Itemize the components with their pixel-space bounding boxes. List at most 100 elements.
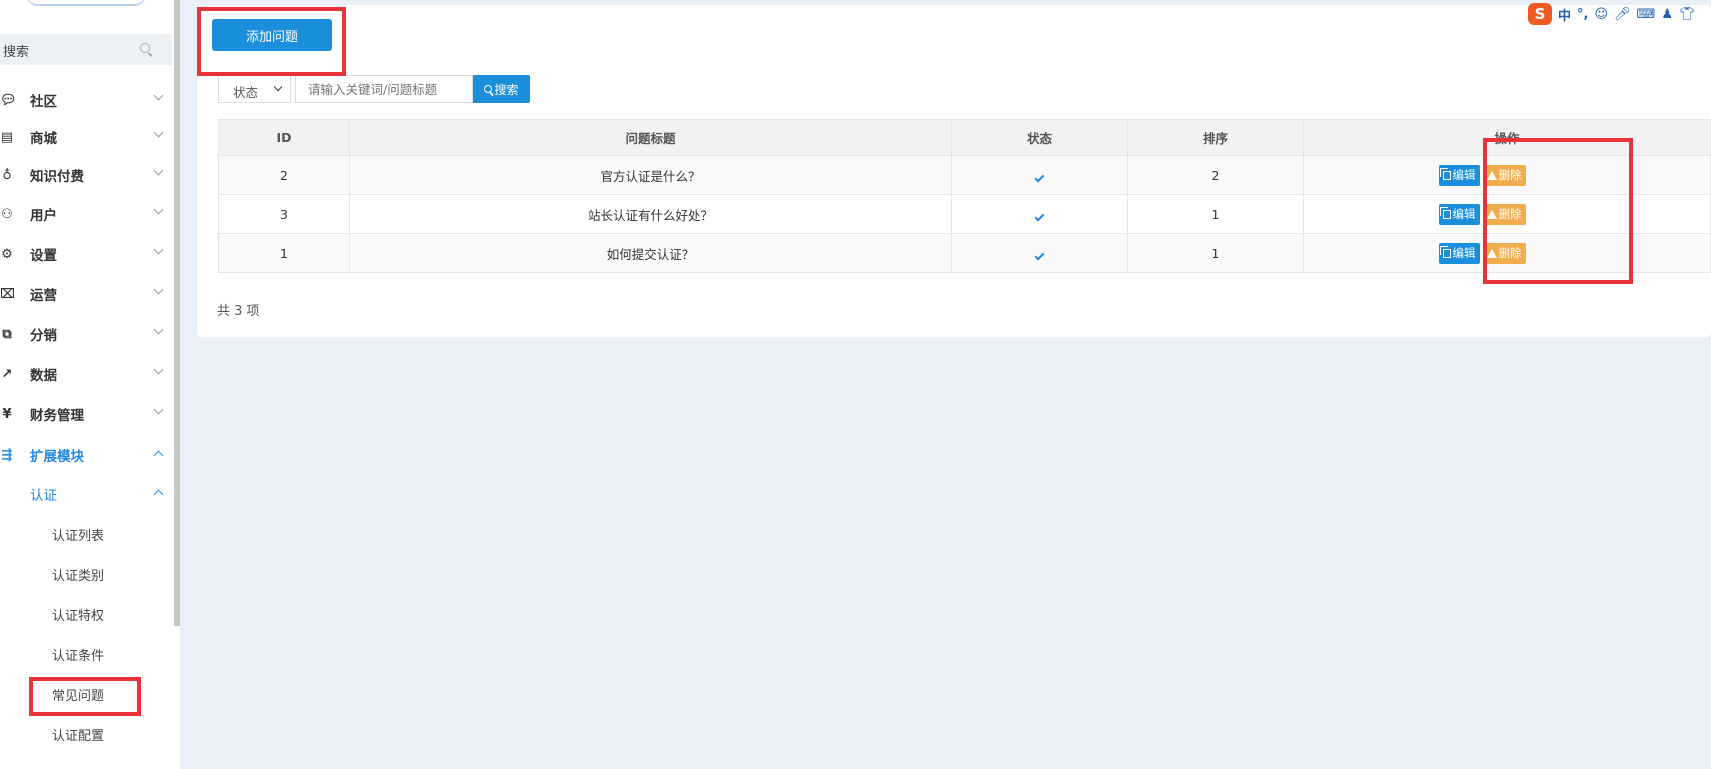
sidebar-subitem-certification[interactable]: 认证 [0,474,168,512]
search-icon [140,43,150,53]
skin-shirt-icon[interactable]: 👕︎ [1679,7,1696,22]
edit-button[interactable]: 编辑 [1438,203,1480,225]
sidebar-item-users[interactable]: ⚇ 用户 [0,194,168,234]
col-header-id[interactable]: ID [218,119,350,156]
sitemap-icon: ⧉ [2,326,12,342]
cell-sort: 1 [1127,194,1304,234]
keyword-search-input[interactable] [295,75,473,103]
sidebar-item-label: 用户 [30,208,57,224]
sidebar-leaf-cert-category[interactable]: 认证类别 [52,565,104,584]
sidebar-item-label: 扩展模块 [30,449,84,465]
edit-button[interactable]: 编辑 [1438,164,1480,186]
cell-status [951,194,1128,234]
sidebar-item-operation[interactable]: ⌧ 运营 [0,274,168,314]
highlight-add-button [197,7,346,76]
search-button-label: 搜索 [494,82,519,97]
status-filter-select[interactable]: 状态 [218,75,291,103]
ime-punct-mode[interactable]: °, [1577,7,1588,22]
sidebar-item-data[interactable]: ↗ 数据 [0,354,168,394]
edit-button[interactable]: 编辑 [1438,242,1480,264]
cell-status [951,155,1128,195]
sidebar-item-store[interactable]: ▤ 商城 [0,117,168,157]
chevron-up-icon [153,489,164,500]
chevron-down-icon [153,90,164,101]
chevron-down-icon [153,284,164,295]
sidebar-item-label: 知识付费 [30,169,84,185]
user-icon[interactable]: ♟ [1661,7,1673,22]
sidebar-search[interactable]: 搜索 [0,34,172,65]
sidebar-item-label: 设置 [30,248,57,264]
bulb-icon: ♁ [2,167,12,183]
chevron-down-icon [153,404,164,415]
highlight-actions [1483,138,1633,284]
sidebar-leaf-cert-list[interactable]: 认证列表 [52,525,104,544]
copy-icon [1439,245,1451,258]
presentation-icon: ⌧ [0,286,15,302]
logo [26,0,146,6]
chevron-up-icon [153,450,164,461]
search-icon [484,85,493,93]
copy-icon [1439,167,1451,180]
edit-label: 编辑 [1452,206,1476,221]
check-icon [1034,172,1045,182]
cell-id: 2 [218,155,350,195]
cell-title: 官方认证是什么？ [349,155,952,195]
ime-chinese-mode[interactable]: 中 [1558,5,1571,24]
highlight-faq-leaf [29,677,141,716]
chevron-down-icon [153,204,164,215]
status-filter-value: 状态 [233,85,259,100]
store-icon: ▤ [0,129,14,145]
check-icon [1034,211,1045,221]
sogou-logo-icon[interactable]: S [1528,3,1552,25]
cell-id: 1 [218,233,350,273]
edit-label: 编辑 [1452,245,1476,260]
search-button[interactable]: 搜索 [473,75,530,103]
sidebar-item-distribution[interactable]: ⧉ 分销 [0,314,168,354]
sidebar-item-label: 财务管理 [30,408,84,424]
sidebar-item-extensions[interactable]: ⇶ 扩展模块 [0,435,168,475]
sidebar-item-finance[interactable]: ¥ 财务管理 [0,394,168,434]
chevron-down-icon [153,364,164,375]
sidebar-item-knowledge[interactable]: ♁ 知识付费 [0,155,168,195]
check-icon [1034,250,1045,260]
cell-title: 站长认证有什么好处？ [349,194,952,234]
sidebar-item-label: 社区 [30,94,57,110]
users-icon: ⚇ [1,206,13,222]
edit-label: 编辑 [1452,167,1476,182]
sidebar-item-label: 运营 [30,288,57,304]
cell-status [951,233,1128,273]
sidebar: 搜索 💬︎ 社区 ▤ 商城 ♁ 知识付费 ⚇ 用户 ⚙ 设置 ⌧ 运营 ⧉ 分销… [0,0,180,769]
cell-sort: 2 [1127,155,1304,195]
sidebar-item-label: 分销 [30,328,57,344]
cell-title: 如何提交认证？ [349,233,952,273]
gear-icon: ⚙ [1,246,13,262]
sidebar-item-community[interactable]: 💬︎ 社区 [0,80,168,120]
sidebar-search-placeholder: 搜索 [3,45,30,60]
sidebar-leaf-cert-config[interactable]: 认证配置 [52,725,104,744]
extend-icon: ⇶ [1,447,13,463]
cell-sort: 1 [1127,233,1304,273]
col-header-sort[interactable]: 排序 [1127,119,1304,156]
cell-id: 3 [218,194,350,234]
sidebar-item-settings[interactable]: ⚙ 设置 [0,234,168,274]
emoji-icon[interactable]: ☺ [1594,7,1608,22]
chevron-down-icon [153,244,164,255]
sidebar-subitem-label: 认证 [30,488,57,504]
chevron-down-icon [153,324,164,335]
chat-icon: 💬︎ [0,92,17,108]
copy-icon [1439,206,1451,219]
sidebar-leaf-cert-privilege[interactable]: 认证特权 [52,605,104,624]
chevron-down-icon [273,82,283,92]
sidebar-item-label: 数据 [30,368,57,384]
sidebar-leaf-cert-condition[interactable]: 认证条件 [52,645,104,664]
col-header-title[interactable]: 问题标题 [349,119,952,156]
sidebar-scrollbar[interactable] [174,0,180,626]
finance-icon: ¥ [2,406,12,422]
chevron-down-icon [153,165,164,176]
sidebar-item-label: 商城 [30,131,57,147]
col-header-status[interactable]: 状态 [951,119,1128,156]
chevron-down-icon [153,127,164,138]
chart-line-icon: ↗ [1,366,13,382]
keyboard-icon[interactable]: ⌨ [1637,7,1656,22]
microphone-icon[interactable]: 🎤︎ [1614,7,1631,22]
